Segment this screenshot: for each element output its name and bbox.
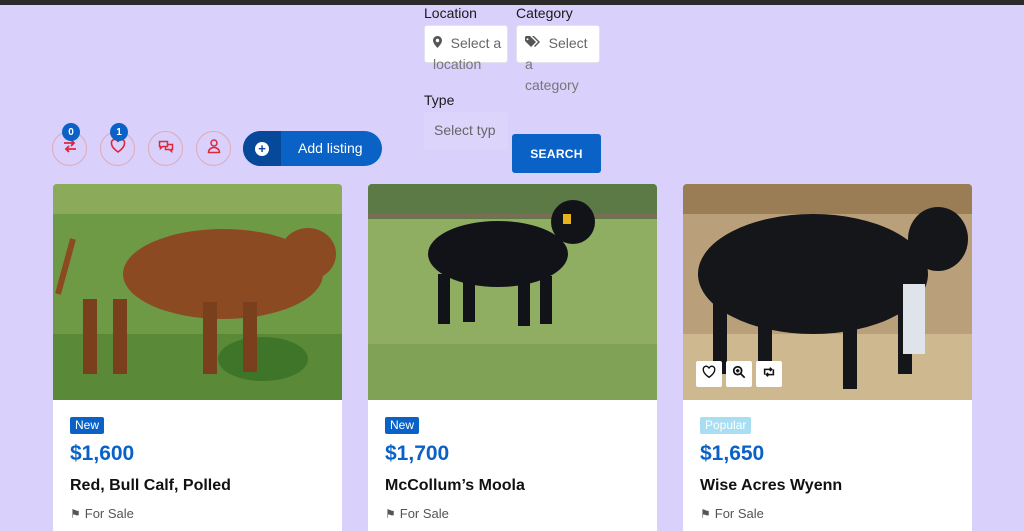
listing-title[interactable]: McCollum’s Moola	[385, 477, 525, 495]
location-label: Location	[424, 5, 477, 21]
listing-card[interactable]: Popular $1,650 Wise Acres Wyenn ⚑ For Sal…	[683, 184, 972, 531]
heart-icon	[110, 138, 126, 159]
heart-icon	[702, 365, 716, 384]
add-listing-button[interactable]: + Add listing	[243, 131, 382, 166]
listing-photo[interactable]	[368, 184, 657, 400]
compare-button[interactable]	[756, 361, 782, 387]
category-label: Category	[516, 5, 573, 21]
type-label: Type	[424, 92, 455, 108]
category-placeholder-overflow-1: a	[525, 56, 533, 72]
status-badge: New	[385, 417, 420, 434]
tags-icon: ⚑	[700, 507, 711, 521]
listing-status: For Sale	[399, 506, 449, 521]
add-listing-label: Add listing	[298, 140, 363, 156]
tags-icon	[525, 36, 544, 51]
plus-circle-icon: +	[255, 141, 269, 156]
top-bar	[0, 0, 1024, 5]
listing-card[interactable]: New $1,700 McCollum’s Moola ⚑ For Sale	[368, 184, 657, 531]
listing-card[interactable]: New $1,600 Red, Bull Calf, Polled ⚑ For S…	[53, 184, 342, 531]
status-badge: New	[70, 417, 105, 434]
location-placeholder-overflow: location	[433, 56, 482, 72]
listing-photo[interactable]	[53, 184, 342, 400]
chat-bubbles-icon	[158, 138, 174, 159]
retweet-icon	[762, 365, 776, 384]
listing-status: For Sale	[714, 506, 764, 521]
compare-button[interactable]: 0	[52, 123, 87, 166]
listing-price: $1,700	[385, 442, 450, 465]
compare-count-badge: 0	[62, 123, 80, 141]
category-placeholder-overflow-2: category	[525, 77, 579, 93]
zoom-in-icon	[732, 365, 746, 384]
tags-icon: ⚑	[70, 507, 81, 521]
account-button[interactable]	[196, 131, 231, 166]
type-placeholder: Select typ	[434, 122, 496, 138]
status-badge: Popular	[700, 417, 752, 434]
search-button[interactable]: SEARCH	[512, 134, 601, 173]
listing-title[interactable]: Wise Acres Wyenn	[700, 477, 842, 495]
favorites-count-badge: 1	[110, 123, 128, 141]
favorite-button[interactable]	[696, 361, 722, 387]
location-placeholder: Select a	[450, 35, 502, 51]
category-placeholder: Select	[548, 35, 588, 51]
listing-title[interactable]: Red, Bull Calf, Polled	[70, 477, 231, 495]
messages-button[interactable]	[148, 131, 183, 166]
user-icon	[206, 138, 222, 159]
swap-arrows-icon	[62, 138, 78, 159]
listing-status: For Sale	[84, 506, 134, 521]
quick-view-button[interactable]	[726, 361, 752, 387]
tags-icon: ⚑	[385, 507, 396, 521]
map-pin-icon	[433, 36, 446, 51]
type-select[interactable]: Select typ	[424, 112, 508, 150]
listing-price: $1,600	[70, 442, 135, 465]
listing-price: $1,650	[700, 442, 765, 465]
favorites-button[interactable]: 1	[100, 123, 135, 166]
